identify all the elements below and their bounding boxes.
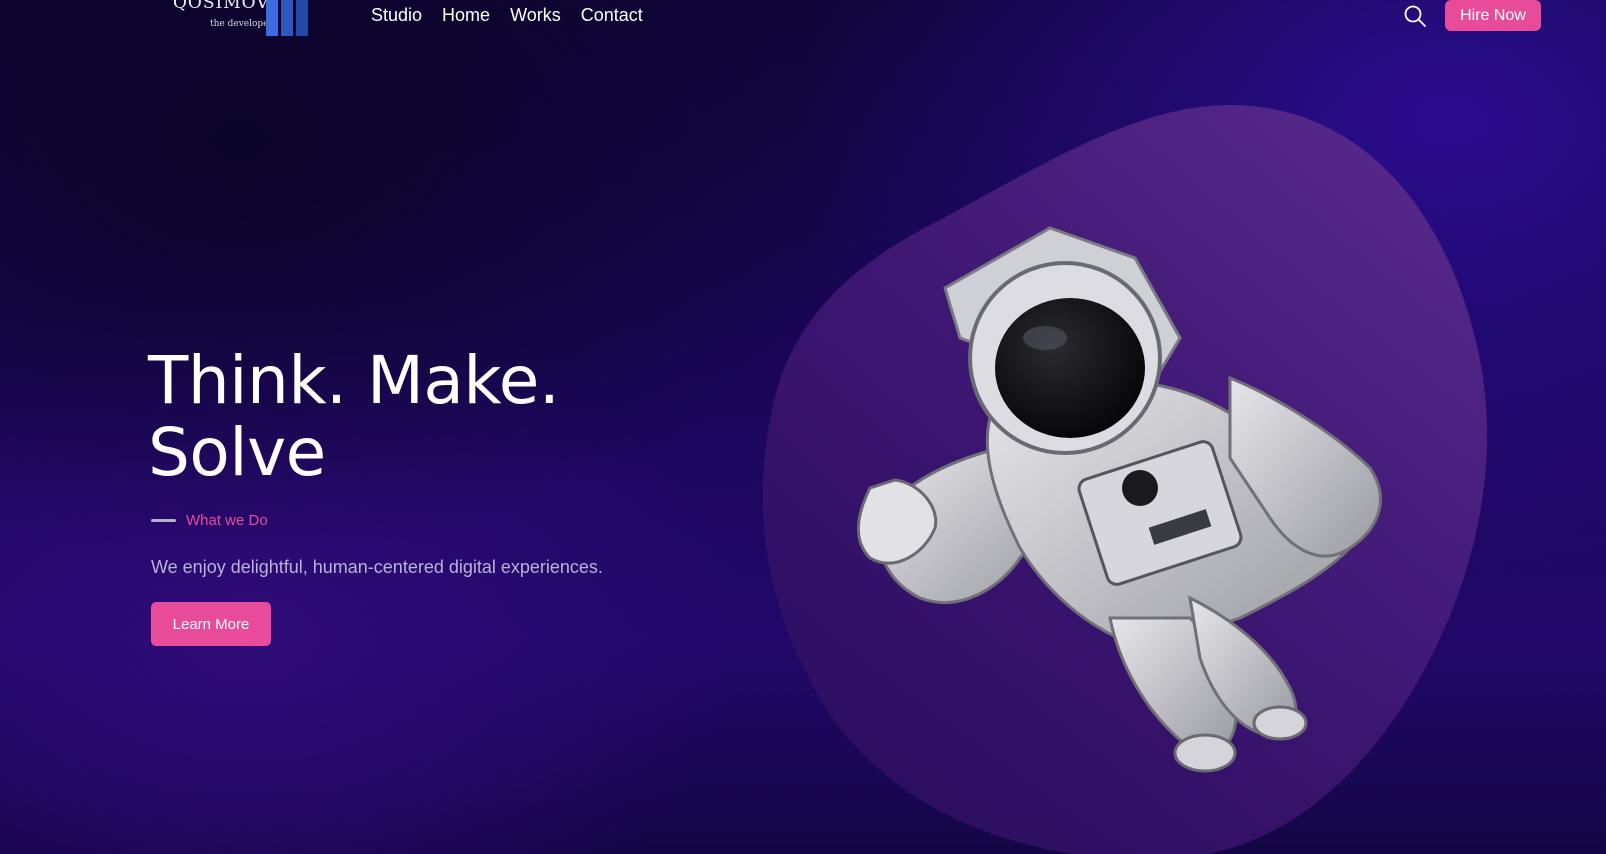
hero-title-line-1: Think. Make.	[148, 342, 560, 419]
eyebrow-label: What we Do	[186, 512, 268, 529]
logo-bars-icon	[266, 0, 308, 36]
logo-tagline: the developer	[210, 19, 273, 29]
hire-now-button[interactable]: Hire Now	[1445, 0, 1541, 31]
main-nav: Studio Home Works Contact	[371, 4, 643, 26]
nav-item-works[interactable]: Works	[510, 4, 561, 26]
logo-wordmark: QOSIMOV	[173, 0, 270, 13]
search-button[interactable]	[1402, 3, 1428, 29]
eyebrow-dash	[151, 519, 176, 522]
nav-item-home[interactable]: Home	[442, 4, 490, 26]
hero-title-line-2: Solve	[148, 414, 326, 491]
nav-item-studio[interactable]: Studio	[371, 4, 422, 26]
hero-title: Think. Make. Solve	[148, 345, 708, 489]
hero-lead-text: We enjoy delightful, human-centered digi…	[151, 557, 603, 577]
nav-item-contact[interactable]: Contact	[581, 4, 643, 26]
learn-more-button[interactable]: Learn More	[151, 602, 271, 646]
astronaut-illustration	[856, 226, 1382, 773]
site-logo[interactable]: QOSIMOV the developer	[170, 0, 310, 38]
search-icon	[1404, 5, 1426, 27]
